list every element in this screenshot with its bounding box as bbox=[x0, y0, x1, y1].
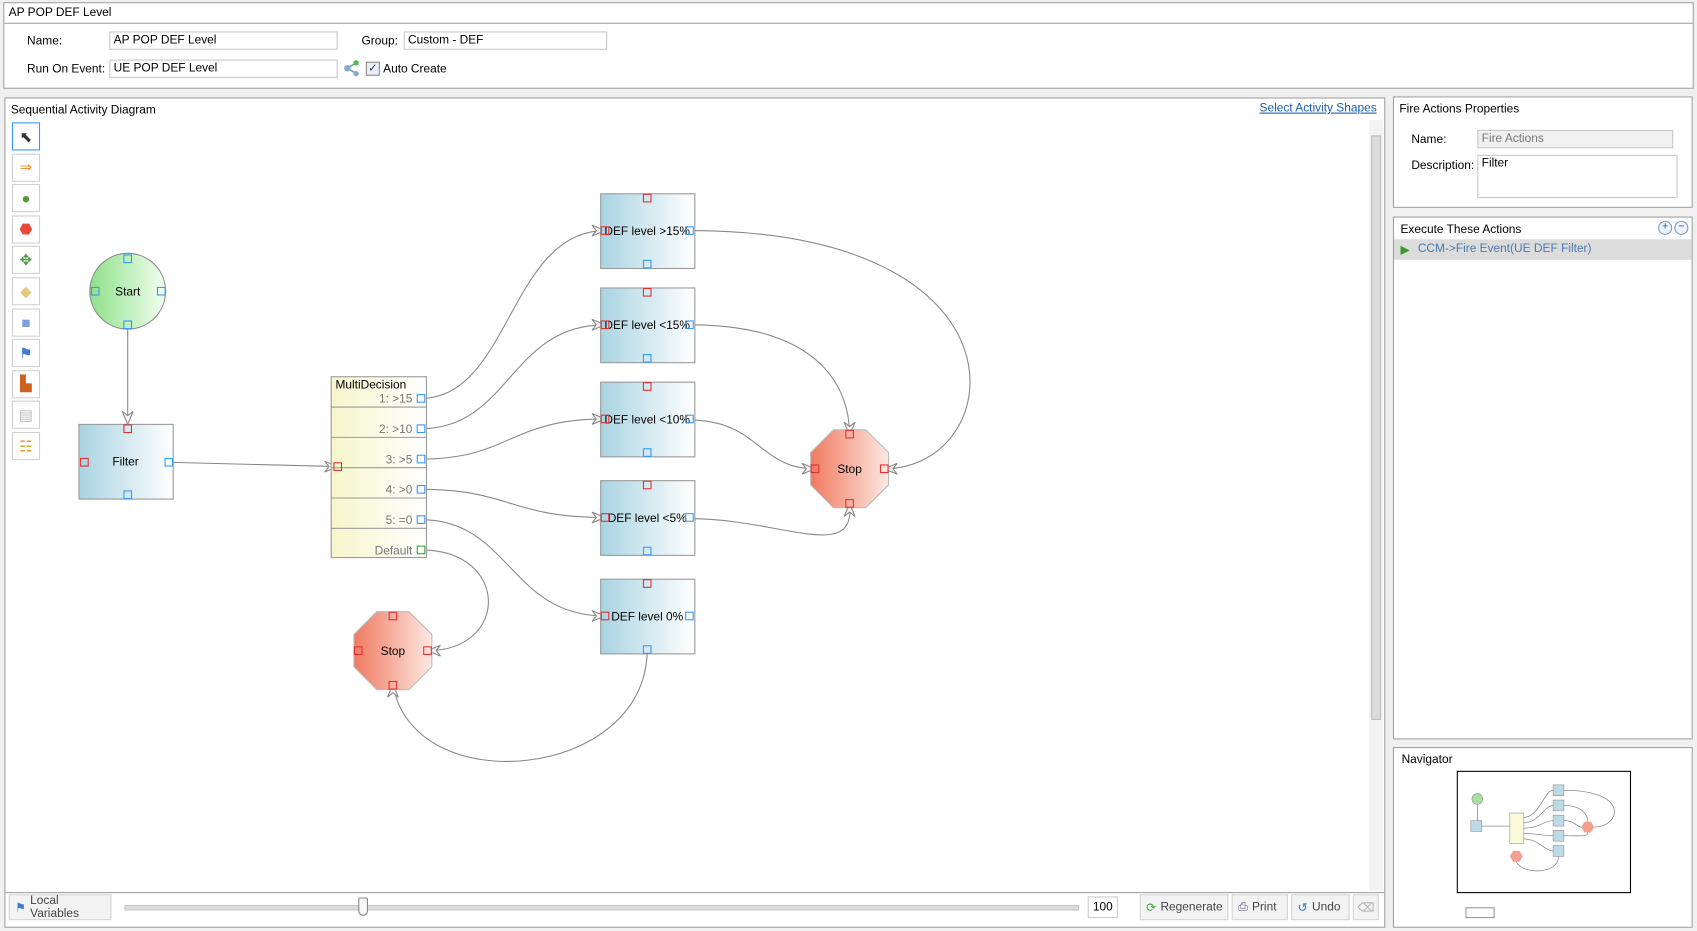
share-event-icon[interactable] bbox=[343, 60, 360, 77]
def-level-activity-node[interactable]: DEF level <10% bbox=[600, 381, 696, 458]
description-label: Description: bbox=[1411, 159, 1475, 173]
window-title: AP POP DEF Level bbox=[8, 6, 112, 20]
execute-actions-panel: Execute These Actions + − ▶ CCM->Fire Ev… bbox=[1392, 216, 1693, 740]
fire-actions-properties-panel: Fire Actions Properties Name: Fire Actio… bbox=[1392, 96, 1693, 208]
local-variables-icon: ⚑ bbox=[15, 901, 26, 915]
def-level-activity-node[interactable]: DEF level <5% bbox=[600, 480, 696, 556]
diagram-canvas[interactable]: Start Filter MultiDecision1: >15 2: >10 3: >… bbox=[4, 97, 1375, 927]
multidecision-branch-label: 1: >15 bbox=[379, 392, 413, 406]
properties-title: Fire Actions Properties bbox=[1399, 102, 1520, 116]
properties-name-input: Fire Actions bbox=[1477, 129, 1674, 149]
def-level-label: DEF level 0% bbox=[611, 609, 683, 623]
name-label: Name: bbox=[27, 34, 63, 48]
connector-line[interactable] bbox=[421, 519, 606, 617]
run-on-event-label: Run On Event: bbox=[27, 62, 106, 76]
def-level-label: DEF level <15% bbox=[604, 318, 690, 332]
print-label: Print bbox=[1252, 900, 1277, 914]
filter-label: Filter bbox=[112, 455, 138, 469]
printer-icon: ⎙ bbox=[1238, 900, 1248, 914]
properties-name-label: Name: bbox=[1411, 133, 1447, 147]
zoom-slider[interactable] bbox=[124, 905, 1080, 911]
vertical-scrollbar[interactable] bbox=[1369, 120, 1384, 891]
navigator-title: Navigator bbox=[1401, 753, 1453, 767]
connector-line[interactable] bbox=[689, 503, 851, 536]
stop-label: Stop bbox=[381, 644, 406, 658]
navigator-minimap[interactable] bbox=[1456, 770, 1632, 894]
connector-line[interactable] bbox=[421, 488, 606, 519]
auto-create-label: Auto Create bbox=[383, 62, 447, 76]
stop-label: Stop bbox=[837, 462, 862, 476]
undo-button[interactable]: ↺ Undo bbox=[1291, 894, 1350, 921]
group-input[interactable]: Custom - DEF bbox=[403, 31, 608, 50]
regenerate-button[interactable]: ⟳ Regenerate bbox=[1139, 894, 1229, 921]
multidecision-branch-label: 5: =0 bbox=[386, 513, 413, 527]
zoom-slider-thumb[interactable] bbox=[358, 897, 368, 916]
diagram-panel: Sequential Activity Diagram Select Activ… bbox=[4, 97, 1386, 928]
action-item-label: CCM->Fire Event(UE DEF Filter) bbox=[1417, 242, 1592, 256]
def-level-activity-node[interactable]: DEF level 0% bbox=[600, 578, 696, 655]
auto-create-checkbox[interactable]: ✓ bbox=[365, 61, 380, 76]
def-level-label: DEF level <5% bbox=[608, 511, 687, 525]
undo-label: Undo bbox=[1311, 900, 1341, 914]
connector-line[interactable] bbox=[421, 324, 606, 430]
filter-activity-node[interactable]: Filter bbox=[78, 423, 174, 500]
def-level-activity-node[interactable]: DEF level <15% bbox=[600, 287, 696, 364]
action-item[interactable]: ▶ CCM->Fire Event(UE DEF Filter) bbox=[1394, 239, 1692, 260]
undo-icon: ↺ bbox=[1297, 901, 1308, 915]
multidecision-branch-label: 3: >5 bbox=[386, 452, 413, 466]
multidecision-title: MultiDecision bbox=[336, 378, 407, 392]
multidecision-branch-label: 4: >0 bbox=[386, 483, 413, 497]
scrollbar-thumb[interactable] bbox=[1371, 135, 1382, 720]
multidecision-branch-label: Default bbox=[375, 543, 413, 557]
def-level-activity-node[interactable]: DEF level >15% bbox=[600, 193, 696, 270]
zoom-value[interactable]: 100 bbox=[1087, 896, 1119, 919]
remove-action-icon[interactable]: − bbox=[1674, 220, 1689, 235]
connector-line[interactable] bbox=[689, 324, 851, 436]
connector-line[interactable] bbox=[168, 461, 338, 468]
navigator-panel: Navigator bbox=[1392, 746, 1693, 928]
run-on-event-input[interactable]: UE POP DEF Level bbox=[109, 59, 338, 78]
stop-node-right[interactable]: Stop bbox=[810, 429, 890, 509]
def-level-label: DEF level <10% bbox=[604, 412, 690, 426]
start-node[interactable]: Start bbox=[89, 252, 167, 330]
multidecision-branch-label: 2: >10 bbox=[379, 422, 413, 436]
def-level-label: DEF level >15% bbox=[604, 224, 690, 238]
description-input[interactable]: Filter bbox=[1477, 154, 1678, 199]
regenerate-icon: ⟳ bbox=[1146, 901, 1157, 915]
app-window: AP POP DEF Level Name: AP POP DEF Level … bbox=[0, 0, 1697, 931]
divider bbox=[4, 22, 1693, 24]
regenerate-label: Regenerate bbox=[1160, 900, 1223, 914]
name-input[interactable]: AP POP DEF Level bbox=[109, 31, 338, 50]
multidecision-node[interactable]: MultiDecision1: >15 2: >10 3: >5 4: >0 5: =0… bbox=[330, 376, 427, 559]
eraser-icon: ⌫ bbox=[1357, 901, 1375, 915]
clear-button[interactable]: ⌫ bbox=[1352, 894, 1379, 921]
play-icon: ▶ bbox=[1400, 243, 1410, 257]
start-label: Start bbox=[115, 285, 141, 299]
stop-node-bottom[interactable]: Stop bbox=[353, 611, 433, 691]
local-variables-button[interactable]: ⚑ Local Variables bbox=[8, 894, 112, 921]
group-label: Group: bbox=[361, 34, 398, 48]
rule-header-panel: AP POP DEF Level Name: AP POP DEF Level … bbox=[3, 2, 1694, 89]
navigator-scroll-handle[interactable] bbox=[1465, 907, 1495, 919]
local-variables-label: Local Variables bbox=[30, 894, 79, 921]
add-action-icon[interactable]: + bbox=[1658, 220, 1673, 235]
execute-actions-title: Execute These Actions bbox=[1400, 223, 1522, 237]
divider bbox=[5, 892, 1385, 894]
connector-line[interactable] bbox=[689, 419, 815, 470]
print-button[interactable]: ⎙ Print bbox=[1231, 894, 1288, 921]
